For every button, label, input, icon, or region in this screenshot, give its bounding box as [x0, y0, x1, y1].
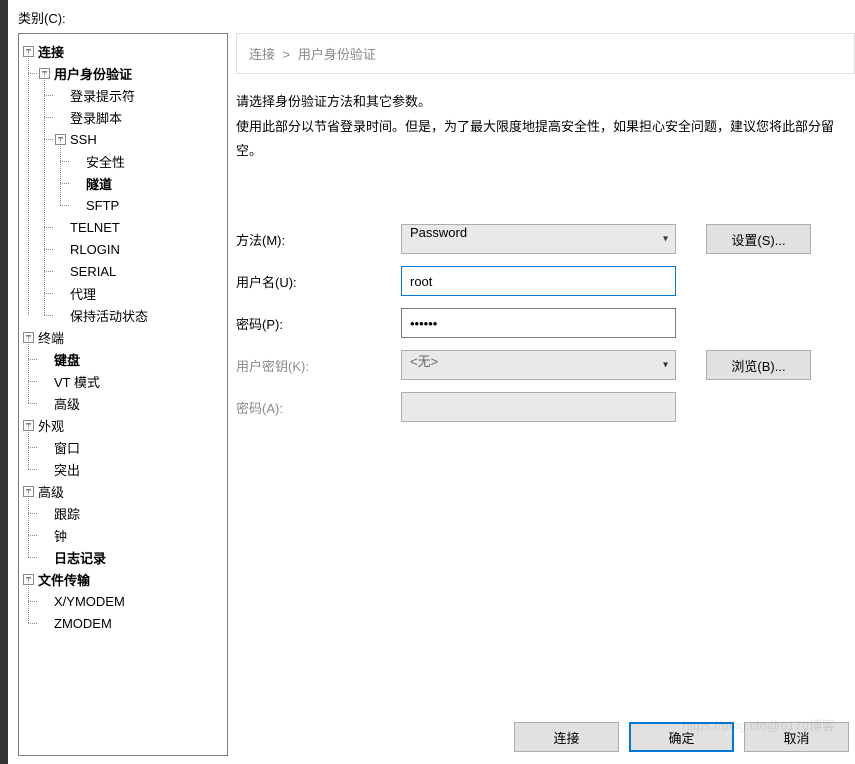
tree-item-clock[interactable]: 钟 — [39, 524, 223, 546]
tree-advanced[interactable]: − 高级 — [23, 480, 223, 502]
tree-item-highlight[interactable]: 突出 — [39, 458, 223, 480]
tree-item-vtmode[interactable]: VT 模式 — [39, 370, 223, 392]
connect-button[interactable]: 连接 — [514, 722, 619, 752]
username-input[interactable] — [401, 266, 676, 296]
chevron-right-icon: > — [283, 47, 291, 62]
description-text: 请选择身份验证方法和其它参数。 使用此部分以节省登录时间。但是，为了最大限度地提… — [236, 90, 855, 164]
tree-ssh[interactable]: − SSH — [55, 128, 223, 150]
tree-item-window[interactable]: 窗口 — [39, 436, 223, 458]
keypass-input — [401, 392, 676, 422]
tree-item-proxy[interactable]: 代理 — [55, 282, 223, 304]
settings-button[interactable]: 设置(S)... — [706, 224, 811, 254]
tree-file-transfer[interactable]: − 文件传输 — [23, 568, 223, 590]
tree-item-advanced[interactable]: 高级 — [39, 392, 223, 414]
tree-auth[interactable]: − 用户身份验证 — [39, 62, 223, 84]
tree-item-telnet[interactable]: TELNET — [55, 216, 223, 238]
tree-item-serial[interactable]: SERIAL — [55, 260, 223, 282]
breadcrumb-parent: 连接 — [249, 47, 275, 62]
password-label: 密码(P): — [236, 314, 401, 333]
breadcrumb: 连接 > 用户身份验证 — [236, 33, 855, 74]
tree-item-sftp[interactable]: SFTP — [71, 194, 223, 216]
tree-item-xymodem[interactable]: X/YMODEM — [39, 590, 223, 612]
tree-item-keyboard[interactable]: 键盘 — [39, 348, 223, 370]
tree-item-keepalive[interactable]: 保持活动状态 — [55, 304, 223, 326]
password-input[interactable] — [401, 308, 676, 338]
method-label: 方法(M): — [236, 230, 401, 249]
keypass-label: 密码(A): — [236, 398, 401, 417]
username-label: 用户名(U): — [236, 272, 401, 291]
ok-button[interactable]: 确定 — [629, 722, 734, 752]
category-label: 类别(C): — [18, 8, 855, 27]
breadcrumb-current: 用户身份验证 — [298, 47, 376, 62]
tree-terminal[interactable]: − 终端 — [23, 326, 223, 348]
userkey-label: 用户密钥(K): — [236, 356, 401, 375]
tree-connection[interactable]: − 连接 — [23, 40, 223, 62]
userkey-select: <无> — [401, 350, 676, 380]
tree-item-zmodem[interactable]: ZMODEM — [39, 612, 223, 634]
category-tree: − 连接 − 用户身份验证 登录提示符 登录 — [18, 33, 228, 756]
tree-item-security[interactable]: 安全性 — [71, 150, 223, 172]
tree-item-tunnel[interactable]: 隧道 — [71, 172, 223, 194]
method-select[interactable]: Password — [401, 224, 676, 254]
cancel-button[interactable]: 取消 — [744, 722, 849, 752]
tree-appearance[interactable]: − 外观 — [23, 414, 223, 436]
tree-item-rlogin[interactable]: RLOGIN — [55, 238, 223, 260]
tree-item-log[interactable]: 日志记录 — [39, 546, 223, 568]
tree-item-trace[interactable]: 跟踪 — [39, 502, 223, 524]
browse-button[interactable]: 浏览(B)... — [706, 350, 811, 380]
tree-item-login-prompt[interactable]: 登录提示符 — [55, 84, 223, 106]
tree-item-login-script[interactable]: 登录脚本 — [55, 106, 223, 128]
